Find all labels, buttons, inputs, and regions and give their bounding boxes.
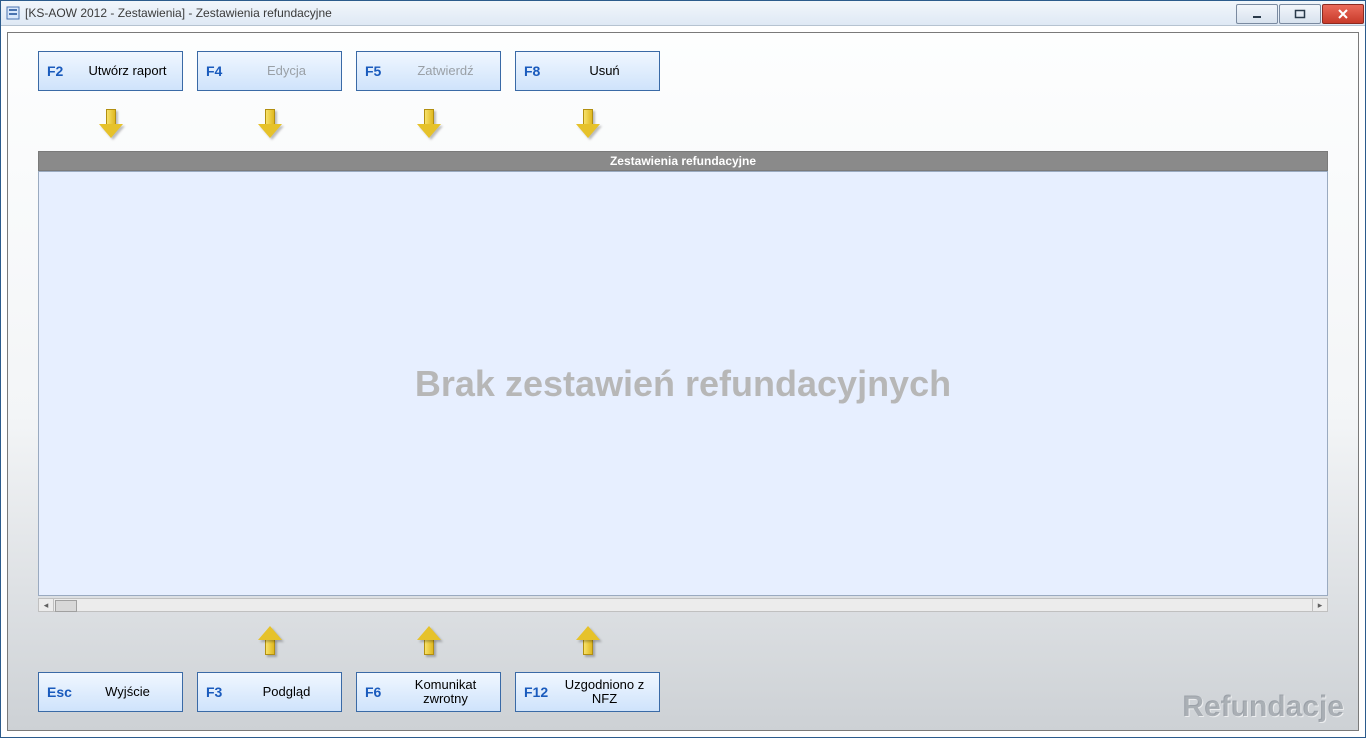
watermark: Refundacje xyxy=(1182,690,1344,724)
panel-empty-text: Brak zestawień refundacyjnych xyxy=(415,363,951,405)
arrow-down-icon xyxy=(356,105,501,141)
maximize-button[interactable] xyxy=(1279,4,1321,24)
titlebar: [KS-AOW 2012 - Zestawienia] - Zestawieni… xyxy=(1,1,1365,26)
panel: Zestawienia refundacyjne Brak zestawień … xyxy=(38,151,1328,612)
horizontal-scrollbar[interactable]: ◂ ▸ xyxy=(38,598,1328,612)
fkey-text: Edycja xyxy=(240,64,333,78)
fkey-text: Zatwierdź xyxy=(399,64,492,78)
minimize-button[interactable] xyxy=(1236,4,1278,24)
scroll-right-icon[interactable]: ▸ xyxy=(1312,599,1327,611)
btn-return-message[interactable]: F6Komunikat zwrotny xyxy=(356,672,501,712)
btn-nfz-agreed[interactable]: F12Uzgodniono z NFZ xyxy=(515,672,660,712)
btn-exit[interactable]: EscWyjście xyxy=(38,672,183,712)
btn-approve[interactable]: F5Zatwierdź xyxy=(356,51,501,91)
fkey-text: Wyjście xyxy=(81,685,174,699)
bottom-button-row: EscWyjście F3Podgląd F6Komunikat zwrotny F1… xyxy=(38,672,660,712)
panel-header: Zestawienia refundacyjne xyxy=(38,151,1328,171)
arrow-down-icon xyxy=(515,105,660,141)
scroll-left-icon[interactable]: ◂ xyxy=(39,599,54,611)
arrow-down-icon xyxy=(38,105,183,141)
btn-create-report[interactable]: F2Utwórz raport xyxy=(38,51,183,91)
btn-preview[interactable]: F3Podgląd xyxy=(197,672,342,712)
app-icon xyxy=(5,5,21,21)
btn-delete[interactable]: F8Usuń xyxy=(515,51,660,91)
client-area: F2Utwórz raport F4Edycja F5Zatwierdź F8Usuń… xyxy=(7,32,1359,731)
fkey-label: F8 xyxy=(524,63,558,79)
close-button[interactable] xyxy=(1322,4,1364,24)
fkey-text: Podgląd xyxy=(240,685,333,699)
fkey-text: Usuń xyxy=(558,64,651,78)
window-controls xyxy=(1235,3,1364,24)
arrow-down-icon xyxy=(197,105,342,141)
arrows-top xyxy=(38,105,660,141)
fkey-label: F3 xyxy=(206,684,240,700)
app-window: [KS-AOW 2012 - Zestawienia] - Zestawieni… xyxy=(0,0,1366,738)
scroll-thumb[interactable] xyxy=(55,600,77,612)
fkey-label: F5 xyxy=(365,63,399,79)
fkey-label: F4 xyxy=(206,63,240,79)
window-title: [KS-AOW 2012 - Zestawienia] - Zestawieni… xyxy=(25,6,1235,20)
arrow-up-icon xyxy=(515,622,660,658)
top-button-row: F2Utwórz raport F4Edycja F5Zatwierdź F8Usuń xyxy=(38,51,660,91)
fkey-label: F2 xyxy=(47,63,81,79)
fkey-text: Komunikat zwrotny xyxy=(399,678,492,707)
arrow-up-icon xyxy=(356,622,501,658)
fkey-label: F12 xyxy=(524,684,558,700)
fkey-label: Esc xyxy=(47,684,81,700)
fkey-text: Utwórz raport xyxy=(81,64,174,78)
arrow-up-icon xyxy=(197,622,342,658)
fkey-label: F6 xyxy=(365,684,399,700)
arrows-bottom xyxy=(38,622,660,658)
fkey-text: Uzgodniono z NFZ xyxy=(558,678,651,707)
btn-edit[interactable]: F4Edycja xyxy=(197,51,342,91)
panel-body: Brak zestawień refundacyjnych xyxy=(38,171,1328,596)
